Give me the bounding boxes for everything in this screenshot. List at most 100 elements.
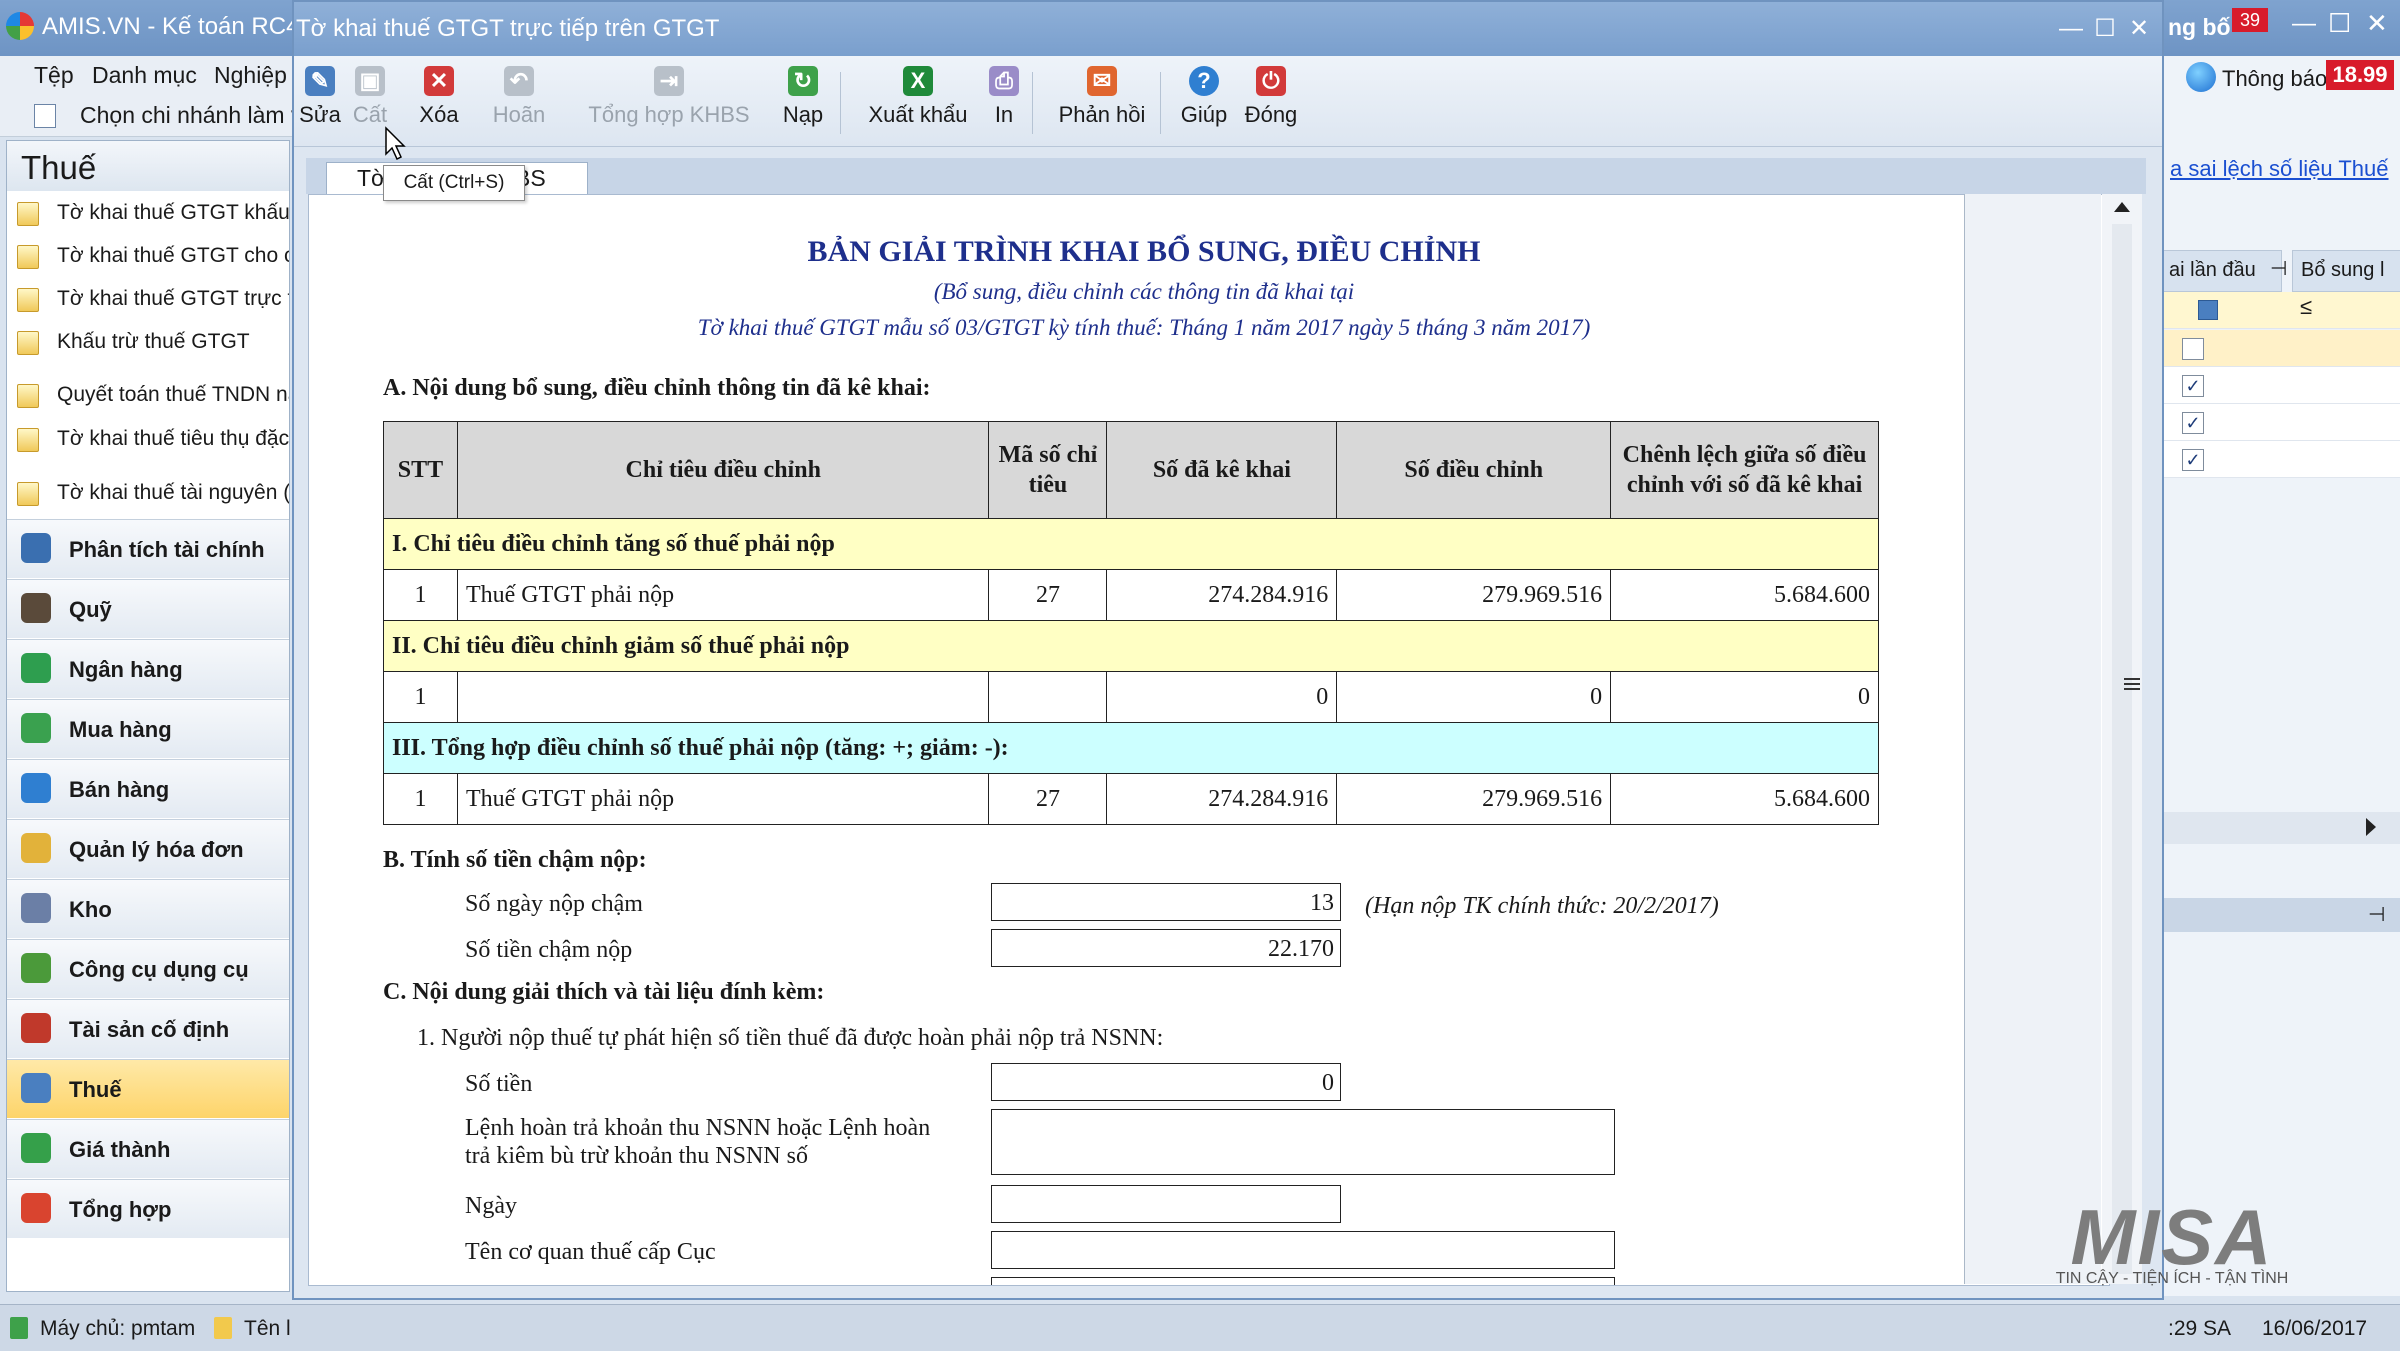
dialog-minimize-icon[interactable]: — — [2054, 12, 2088, 46]
print-button[interactable]: ⎙ In — [984, 62, 1024, 142]
refund-order-number-field[interactable] — [991, 1109, 1615, 1175]
toolbar-label: Phản hồi — [1058, 102, 1146, 127]
notification-label[interactable]: Thông báo — [2222, 66, 2327, 92]
left-navigation: Thuế Tờ khai thuế GTGT khấu Tờ khai thuế… — [6, 140, 290, 1292]
column-header-label: ai lần đầu — [2169, 259, 2256, 281]
sidebar-item-label: Khấu trừ thuế GTGT — [57, 330, 250, 353]
module-fixed-assets[interactable]: Tài sản cố định — [7, 999, 289, 1058]
module-purchasing[interactable]: Mua hàng — [7, 699, 289, 758]
filter-checkbox-icon[interactable] — [2198, 300, 2218, 320]
less-equal-filter-icon[interactable]: ≤ — [2300, 294, 2312, 320]
scroll-thumb[interactable] — [2112, 224, 2140, 1274]
sidebar-item-vat-direct-return[interactable]: Tờ khai thuế GTGT trực t — [7, 279, 289, 319]
row-checkbox[interactable]: ✓ — [2182, 375, 2204, 397]
sidebar-item-vat-return-other[interactable]: Tờ khai thuế GTGT cho c — [7, 236, 289, 276]
menu-operations[interactable]: Nghiệp — [214, 62, 287, 89]
late-amount-field[interactable]: 22.170 — [991, 929, 1341, 967]
module-sales[interactable]: Bán hàng — [7, 759, 289, 818]
row-checkbox[interactable] — [2182, 338, 2204, 360]
sidebar-item-vat-deduction-return[interactable]: Tờ khai thuế GTGT khấu — [7, 193, 289, 233]
branch-selector[interactable]: Chọn chi nhánh làm v — [80, 102, 302, 129]
cell-code — [988, 671, 1108, 723]
cell-item[interactable] — [456, 671, 990, 723]
edit-button[interactable]: ✎ Sửa — [296, 62, 344, 142]
sidebar-item-label: Tờ khai thuế GTGT trực t — [57, 287, 289, 310]
menu-file[interactable]: Tệp — [34, 62, 74, 89]
load-button[interactable]: ↻ Nạp — [776, 62, 830, 142]
sidebar-item-special-consumption-tax[interactable]: Tờ khai thuế tiêu thụ đặc — [7, 419, 289, 459]
module-tax[interactable]: Thuế — [7, 1059, 289, 1118]
sidebar-item-vat-deduction[interactable]: Khấu trừ thuế GTGT — [7, 322, 289, 362]
feedback-button[interactable]: ✉ Phản hồi — [1052, 62, 1152, 142]
undo-button[interactable]: ↶ Hoãn — [488, 62, 550, 142]
tax-discrepancy-link[interactable]: a sai lệch số liệu Thuế — [2170, 156, 2400, 182]
menu-catalog[interactable]: Danh mục — [92, 62, 197, 89]
module-bank[interactable]: Ngân hàng — [7, 639, 289, 698]
module-financial-analysis[interactable]: Phân tích tài chính — [7, 519, 289, 578]
item-1-label: 1. Người nộp thuế tự phát hiện số tiền t… — [417, 1025, 1164, 1051]
row-checkbox[interactable]: ✓ — [2182, 449, 2204, 471]
toolbar-label: Xuất khẩu — [868, 102, 968, 127]
table-row: 1 0 0 0 — [383, 671, 1879, 723]
dialog-close-icon[interactable]: ✕ — [2122, 12, 2156, 46]
pin-icon[interactable]: ⊣ — [2368, 902, 2385, 927]
module-general[interactable]: Tổng hợp — [7, 1179, 289, 1238]
sidebar-item-resource-tax[interactable]: Tờ khai thuế tài nguyên ( — [7, 473, 289, 513]
filter-row — [2160, 292, 2400, 329]
document-vertical-scrollbar[interactable] — [2102, 194, 2142, 1284]
document-viewport[interactable]: BẢN GIẢI TRÌNH KHAI BỔ SUNG, ĐIỀU CHỈNH … — [308, 194, 2110, 1286]
row-checkbox[interactable]: ✓ — [2182, 412, 2204, 434]
status-date: 16/06/2017 — [2262, 1317, 2368, 1340]
publish-label[interactable]: ng bố — [2168, 14, 2231, 41]
late-days-field[interactable]: 13 — [991, 883, 1341, 921]
toolbar-label: Hoãn — [492, 102, 546, 127]
cell-adjusted: 0 — [1336, 671, 1612, 723]
close-button[interactable]: ⏻ Đóng — [1240, 62, 1302, 142]
next-field-partial[interactable] — [991, 1277, 1615, 1285]
toolbar-label: Cất — [352, 102, 388, 127]
help-button[interactable]: ? Giúp — [1174, 62, 1234, 142]
sidebar-item-cit-finalization[interactable]: Quyết toán thuế TNDN nă — [7, 375, 289, 415]
column-header-first-declaration[interactable]: ai lần đầu — [2160, 250, 2282, 292]
module-warehouse[interactable]: Kho — [7, 879, 289, 938]
date-field[interactable] — [991, 1185, 1341, 1223]
delete-button[interactable]: ✕ Xóa — [412, 62, 466, 142]
store-icon — [21, 773, 51, 803]
toolbar-divider — [1032, 72, 1033, 134]
document-icon — [17, 482, 39, 506]
tax-department-field[interactable] — [991, 1231, 1615, 1269]
scroll-right-arrow-icon[interactable] — [2366, 818, 2376, 836]
export-button[interactable]: X Xuất khẩu — [862, 62, 974, 142]
header-stt: STT — [383, 421, 458, 519]
save-icon: ▣ — [355, 66, 385, 96]
toolbar-label: Tổng hợp KHBS — [588, 102, 750, 127]
module-invoice-management[interactable]: Quản lý hóa đơn — [7, 819, 289, 878]
misa-tagline: TIN CẬY - TIỆN ÍCH - TẬN TÌNH — [2055, 1270, 2289, 1287]
sidebar-header: Thuế — [7, 141, 289, 191]
summarize-khbs-button[interactable]: ⇥ Tổng hợp KHBS — [588, 62, 750, 142]
module-cash[interactable]: Quỹ — [7, 579, 289, 638]
scroll-up-arrow-icon[interactable] — [2114, 202, 2130, 212]
right-panel-section-header: ⊣ — [2160, 898, 2400, 932]
help-icon: ? — [1189, 66, 1219, 96]
toolbar-label: Sửa — [299, 102, 341, 127]
module-tools[interactable]: Công cụ dụng cụ — [7, 939, 289, 998]
amount-field[interactable]: 0 — [991, 1063, 1341, 1101]
cell-stt: 1 — [383, 569, 458, 621]
toolbar-label: Giúp — [1180, 102, 1228, 127]
app-close-icon[interactable]: ✕ — [2366, 8, 2388, 39]
cell-declared: 274.284.916 — [1106, 569, 1338, 621]
document-icon — [17, 384, 39, 408]
pin-icon[interactable]: ⊣ — [2270, 256, 2287, 281]
document-icon — [17, 288, 39, 312]
server-icon — [10, 1317, 28, 1339]
module-costing[interactable]: Giá thành — [7, 1119, 289, 1178]
column-header-supplement[interactable]: Bổ sung l — [2292, 250, 2400, 292]
sidebar-item-label: Tờ khai thuế tài nguyên ( — [57, 481, 289, 504]
app-maximize-icon[interactable]: ☐ — [2328, 8, 2351, 39]
module-label: Ngân hàng — [69, 657, 183, 682]
right-panel-hscroll[interactable] — [2160, 812, 2400, 844]
save-tooltip: Cất (Ctrl+S) — [383, 165, 525, 201]
app-minimize-icon[interactable]: — — [2292, 10, 2316, 38]
dialog-maximize-icon[interactable]: ☐ — [2088, 12, 2122, 46]
